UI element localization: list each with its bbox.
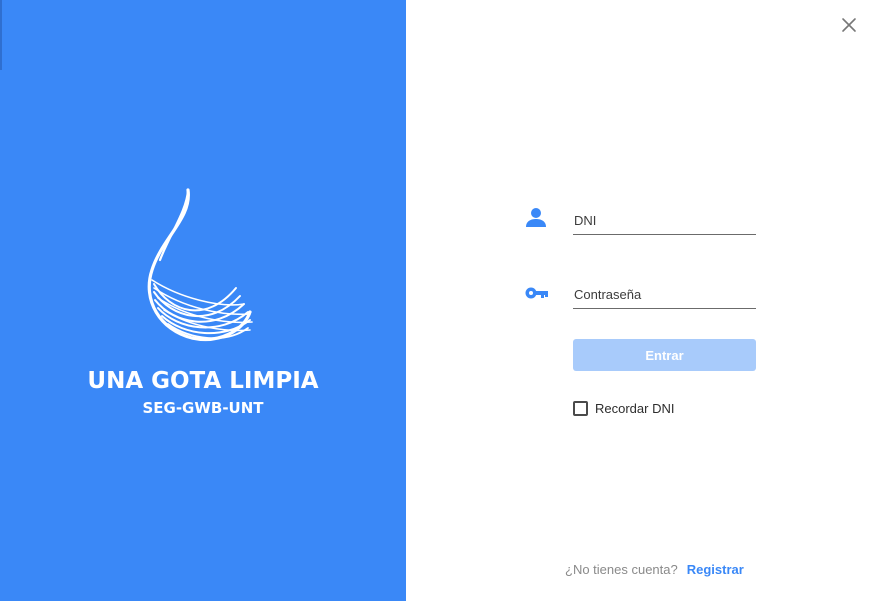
brand-panel: UNA GOTA LIMPIA SEG-GWB-UNT	[0, 0, 406, 601]
water-drop-logo-icon	[147, 188, 253, 341]
password-field[interactable]	[573, 282, 758, 309]
remember-dni-toggle[interactable]: Recordar DNI	[573, 398, 674, 418]
brand-subtitle: SEG-GWB-UNT	[142, 399, 264, 417]
register-link[interactable]: Registrar	[687, 562, 744, 577]
remember-dni-label: Recordar DNI	[595, 400, 675, 416]
panel-edge-divider	[0, 0, 2, 70]
dni-field[interactable]	[573, 208, 758, 235]
close-button[interactable]	[838, 14, 860, 36]
key-icon	[525, 287, 548, 299]
login-button[interactable]: Entrar	[573, 339, 756, 371]
person-icon	[526, 208, 546, 227]
remember-dni-checkbox[interactable]	[573, 400, 588, 416]
close-icon	[842, 18, 856, 32]
dni-input[interactable]	[573, 208, 758, 232]
login-window: UNA GOTA LIMPIA SEG-GWB-UNT Entrar Recor…	[0, 0, 877, 601]
brand-title: UNA GOTA LIMPIA	[87, 368, 319, 394]
register-prompt: ¿No tienes cuenta? Registrar	[565, 560, 744, 578]
password-input[interactable]	[573, 282, 758, 306]
no-account-text: ¿No tienes cuenta?	[565, 561, 678, 577]
